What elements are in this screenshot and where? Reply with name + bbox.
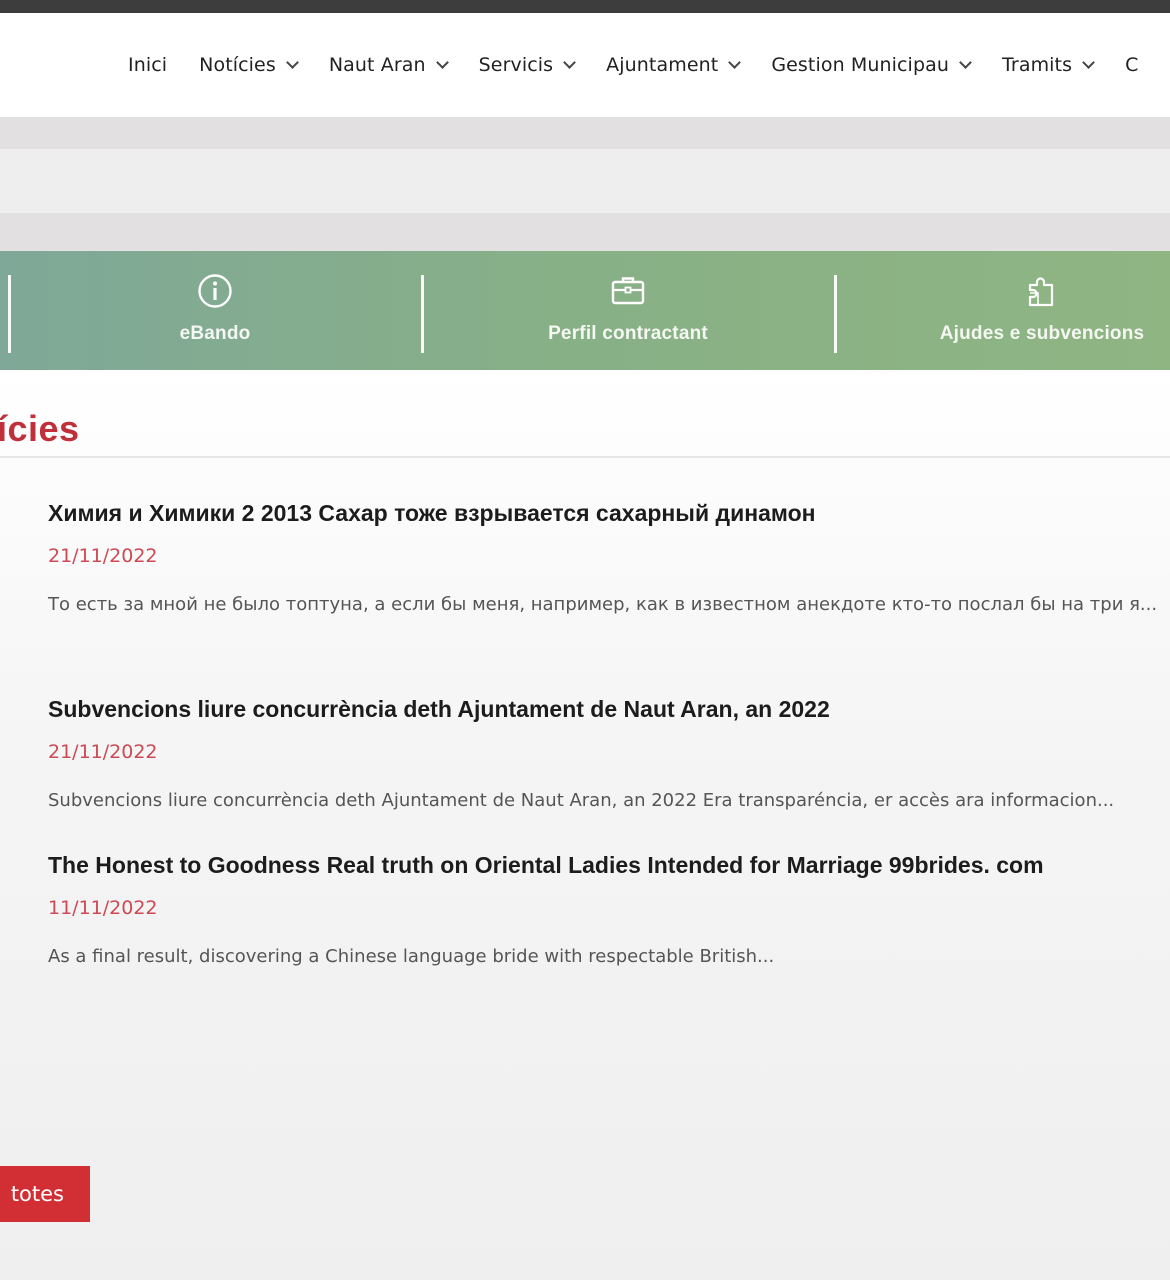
nav-item-servicis[interactable]: Servicis	[478, 54, 577, 76]
main-nav: Inici Notícies Naut Aran Servicis Ajunta…	[128, 13, 1170, 117]
quick-link-ajudes-subvencions[interactable]: Ajudes e subvencions	[902, 273, 1170, 345]
news-title-link[interactable]: The Honest to Goodness Real truth on Ori…	[48, 852, 1170, 879]
see-all-news-button[interactable]: totes	[0, 1166, 90, 1222]
slider-band-bottom	[0, 213, 1170, 251]
briefcase-icon	[611, 277, 645, 305]
news-excerpt: Subvencions liure concurrència deth Ajun…	[48, 790, 1115, 811]
chevron-down-icon	[728, 56, 742, 69]
nav-item-label: Ajuntament	[606, 54, 719, 76]
nav-item-inici[interactable]: Inici	[128, 54, 167, 76]
puzzle-icon	[1028, 277, 1054, 307]
quick-link-label: Ajudes e subvencions	[939, 323, 1145, 344]
news-item: Subvencions liure concurrència deth Ajun…	[48, 696, 1170, 820]
quick-links-bar: eBando Perfil contractant Ajudes e subve…	[0, 251, 1170, 370]
slider-band-middle	[0, 149, 1170, 213]
info-circle-icon	[198, 274, 232, 308]
news-title-link[interactable]: Subvencions liure concurrència deth Ajun…	[48, 696, 1170, 723]
news-date: 21/11/2022	[48, 545, 158, 567]
see-all-news-label: totes	[10, 1182, 64, 1206]
nav-item-naut-aran[interactable]: Naut Aran	[328, 54, 449, 76]
quick-link-ebando[interactable]: eBando	[75, 273, 355, 345]
quick-link-perfil-contractant[interactable]: Perfil contractant	[488, 273, 768, 345]
nav-item-gestion-municipau[interactable]: Gestion Municipau	[771, 54, 972, 76]
nav-item-label: Naut Aran	[328, 54, 426, 76]
news-item: The Honest to Goodness Real truth on Ori…	[48, 852, 1170, 976]
news-date: 11/11/2022	[48, 897, 158, 919]
chevron-down-icon	[1082, 56, 1095, 69]
quick-link-label: Perfil contractant	[548, 323, 708, 344]
browser-top-bar	[0, 0, 1170, 13]
news-excerpt: То есть за мной не было топтуна, а если …	[48, 594, 1158, 615]
chevron-down-icon	[563, 56, 577, 69]
section-title: ícies	[0, 408, 80, 449]
nav-item-truncated[interactable]: C	[1125, 54, 1138, 76]
nav-item-label: Tramits	[1002, 54, 1073, 76]
slider-band-top	[0, 117, 1170, 149]
news-date: 21/11/2022	[48, 741, 158, 763]
site-header: Inici Notícies Naut Aran Servicis Ajunta…	[0, 13, 1170, 117]
nav-item-ajuntament[interactable]: Ajuntament	[606, 54, 742, 76]
quick-links-divider	[834, 275, 837, 353]
nav-item-label: Inici	[128, 54, 168, 76]
chevron-down-icon	[285, 56, 299, 69]
chevron-down-icon	[435, 56, 449, 69]
news-item: Химия и Химики 2 2013 Сахар тоже взрывае…	[48, 500, 1170, 624]
nav-item-label: Gestion Municipau	[771, 54, 949, 76]
nav-item-noticies[interactable]: Notícies	[199, 54, 299, 76]
chevron-down-icon	[959, 56, 972, 69]
nav-item-label: Servicis	[478, 54, 554, 76]
quick-links-divider	[8, 275, 11, 353]
nav-item-tramits[interactable]: Tramits	[1002, 54, 1095, 76]
quick-link-label: eBando	[179, 323, 251, 344]
nav-item-label: Notícies	[199, 54, 276, 76]
quick-links-divider	[421, 275, 424, 353]
nav-item-label: C	[1125, 54, 1139, 76]
news-excerpt: As a final result, discovering a Chinese…	[48, 946, 775, 967]
news-title-link[interactable]: Химия и Химики 2 2013 Сахар тоже взрывае…	[48, 500, 1170, 527]
section-title-divider	[0, 456, 1170, 458]
news-section: ícies Химия и Химики 2 2013 Сахар тоже в…	[0, 370, 1170, 1280]
